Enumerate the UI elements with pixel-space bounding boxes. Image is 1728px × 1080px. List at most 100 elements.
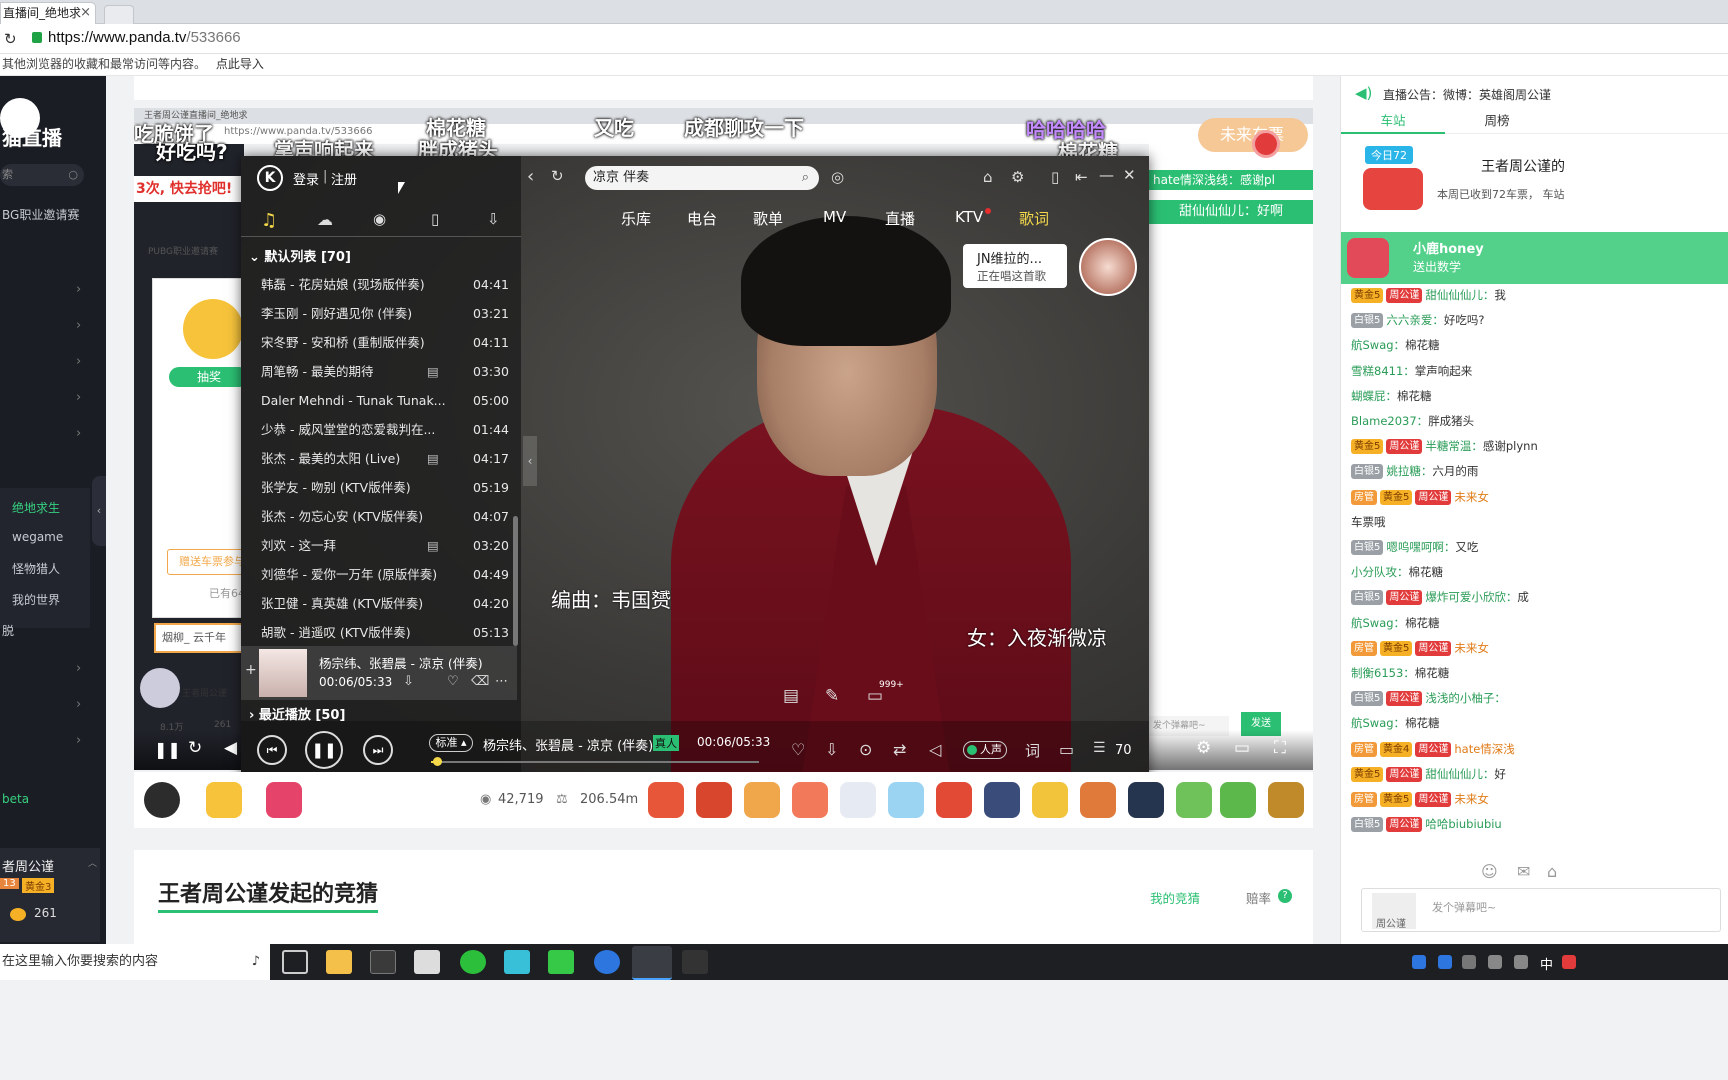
chat-username[interactable]: 六六亲爱：	[1386, 313, 1444, 327]
taskbar-search[interactable]: 在这里输入你要搜索的内容 ♪	[0, 944, 270, 980]
heart-icon[interactable]: ♡	[791, 740, 805, 759]
playlist-row[interactable]: 宋冬野 - 安和桥 (重制版伴奏) 04:11	[261, 328, 509, 357]
next-icon[interactable]: ⏭	[363, 735, 393, 765]
playlist-scrollbar[interactable]	[513, 516, 518, 646]
chat-username[interactable]: 航Swag：	[1351, 338, 1405, 352]
kugou-logo-icon[interactable]: K	[257, 165, 283, 191]
phone-icon[interactable]: ▯	[431, 210, 439, 228]
app-green-icon[interactable]	[460, 950, 486, 974]
playlist-row[interactable]: 韩磊 - 花房姑娘 (现场版伴奏) 04:41	[261, 270, 509, 299]
mv-icon[interactable]: ▤	[427, 357, 439, 386]
progress-track[interactable]	[431, 761, 759, 763]
gear-icon[interactable]: ⚙	[1011, 168, 1024, 186]
tray-icon[interactable]	[1462, 955, 1476, 969]
gift-icon[interactable]	[840, 782, 876, 818]
iqiyi-icon[interactable]	[548, 950, 574, 974]
task-view-icon[interactable]	[282, 950, 308, 974]
gift-icon[interactable]: ⌂	[1547, 862, 1557, 881]
browser-icon[interactable]	[594, 950, 620, 974]
chat-username[interactable]: 雪糕8411：	[1351, 364, 1415, 378]
kugou-taskbar-icon[interactable]	[632, 946, 672, 980]
playlist-row[interactable]: 张卫健 - 真英雄 (KTV版伴奏) 04:20	[261, 589, 509, 618]
volume-icon[interactable]: ◁	[929, 740, 941, 759]
playlist-row[interactable]: 张杰 - 最美的太阳 (Live) ▤ 04:17	[261, 444, 509, 473]
minimize-icon[interactable]: —	[1099, 166, 1114, 184]
sidebar-item-pubg[interactable]: BG职业邀请赛	[2, 206, 79, 223]
live-singer-avatar[interactable]	[1079, 238, 1137, 296]
tab-mv[interactable]: MV	[823, 208, 846, 226]
voice-search-icon[interactable]: ◎	[831, 168, 844, 186]
refresh-icon[interactable]: ↻	[188, 738, 202, 758]
chat-username[interactable]: 制衡6153：	[1351, 666, 1415, 680]
gift-icon[interactable]	[1032, 782, 1068, 818]
chat-username[interactable]: hate情深浅	[1454, 742, 1514, 756]
download-icon[interactable]: ⇩	[825, 740, 838, 759]
more-icon[interactable]: ⊙	[859, 740, 872, 759]
panda-gift-icon[interactable]	[144, 782, 180, 818]
chat-username[interactable]: 甜仙仙仙儿：	[1425, 288, 1494, 302]
skin-icon[interactable]: ⌂	[983, 168, 993, 186]
network-icon[interactable]	[1488, 955, 1502, 969]
my-guess-link[interactable]: 我的竞猜	[1150, 888, 1200, 907]
playlist-row[interactable]: 张学友 - 吻别 (KTV版伴奏) 05:19	[261, 473, 509, 502]
tab-radio[interactable]: 电台	[687, 208, 717, 229]
sidebar-item-other[interactable]: 脱	[2, 622, 14, 639]
download-icon[interactable]: ⇩	[403, 674, 414, 689]
bookmark-import-link[interactable]: 点此导入	[216, 57, 264, 71]
music-note-icon[interactable]: ♫	[261, 210, 277, 231]
heart-icon[interactable]: ♡	[447, 674, 459, 689]
playlist-row[interactable]: Daler Mehndi - Tunak Tunak... 05:00	[261, 386, 509, 415]
mail-icon[interactable]	[414, 950, 440, 974]
chat-username[interactable]: 未来女	[1454, 792, 1489, 806]
playlist-row[interactable]: 少恭 - 威风堂堂的恋爱裁判在... 01:44	[261, 415, 509, 444]
bag-icon[interactable]	[1268, 782, 1304, 818]
gift-icon[interactable]	[792, 782, 828, 818]
gift-icon[interactable]	[984, 782, 1020, 818]
gift-icon[interactable]	[744, 782, 780, 818]
gift-icon[interactable]	[1220, 782, 1256, 818]
more-icon[interactable]: ⋯	[495, 674, 508, 689]
volume-icon[interactable]: ◀	[224, 738, 237, 758]
playlist-row[interactable]: 张杰 - 勿忘心安 (KTV版伴奏) 04:07	[261, 502, 509, 531]
chat-username[interactable]: 哈哈biubiubiu	[1425, 817, 1501, 831]
playlist-icon[interactable]: ☰	[1093, 740, 1106, 756]
chat-username[interactable]: 甜仙仙仙儿：	[1425, 767, 1494, 781]
close-icon[interactable]: ✕	[1123, 166, 1136, 184]
download-icon[interactable]: ⇩	[487, 210, 500, 228]
collapse-icon[interactable]: ⇤	[1075, 168, 1088, 186]
fullscreen-icon[interactable]: ⛶	[1274, 738, 1286, 758]
tray-icon[interactable]	[1412, 955, 1426, 969]
sidebar-beta-label[interactable]: beta	[2, 792, 29, 806]
new-tab-button[interactable]	[104, 5, 134, 24]
ime-indicator[interactable]: 中	[1540, 954, 1553, 973]
register-link[interactable]: 注册	[331, 169, 357, 188]
chat-username[interactable]: 嗯呜嘿呵啊：	[1386, 540, 1455, 554]
login-link[interactable]: 登录	[293, 169, 319, 188]
repeat-icon[interactable]: ⇄	[893, 740, 906, 759]
search-icon[interactable]: ⌕	[802, 166, 809, 190]
chat-username[interactable]: 航Swag：	[1351, 716, 1405, 730]
tab-playlists[interactable]: 歌单	[753, 208, 783, 229]
mv-icon[interactable]: ▤	[783, 686, 799, 706]
chat-username[interactable]: 蝴蝶屁：	[1351, 389, 1397, 403]
reload-icon[interactable]: ↻	[4, 30, 17, 48]
gift-icon[interactable]	[696, 782, 732, 818]
microphone-icon[interactable]: ✎	[825, 686, 839, 706]
chat-username[interactable]: Blame2037：	[1351, 414, 1428, 428]
help-icon[interactable]: ?	[1278, 889, 1292, 903]
game-gift-icon[interactable]	[206, 782, 242, 818]
quality-select[interactable]: 标准 ▴	[429, 734, 473, 752]
vocal-toggle[interactable]: 人声	[963, 741, 1007, 759]
tab-close-icon[interactable]: ×	[80, 3, 91, 23]
file-explorer-icon[interactable]	[326, 950, 352, 974]
tab-station[interactable]: 车站	[1341, 110, 1445, 134]
tab-live[interactable]: 直播	[885, 208, 915, 229]
radio-icon[interactable]: ◉	[373, 210, 386, 228]
widescreen-icon[interactable]: ▭	[1234, 738, 1250, 758]
previous-icon[interactable]: ⏮	[257, 735, 287, 765]
chat-username[interactable]: 浅浅的小柚子：	[1425, 691, 1506, 705]
chat-username[interactable]: 航Swag：	[1351, 616, 1405, 630]
progress-knob[interactable]	[432, 757, 442, 766]
mv-icon[interactable]: ▤	[427, 531, 439, 560]
mini-mode-icon[interactable]: ▯	[1051, 168, 1059, 186]
